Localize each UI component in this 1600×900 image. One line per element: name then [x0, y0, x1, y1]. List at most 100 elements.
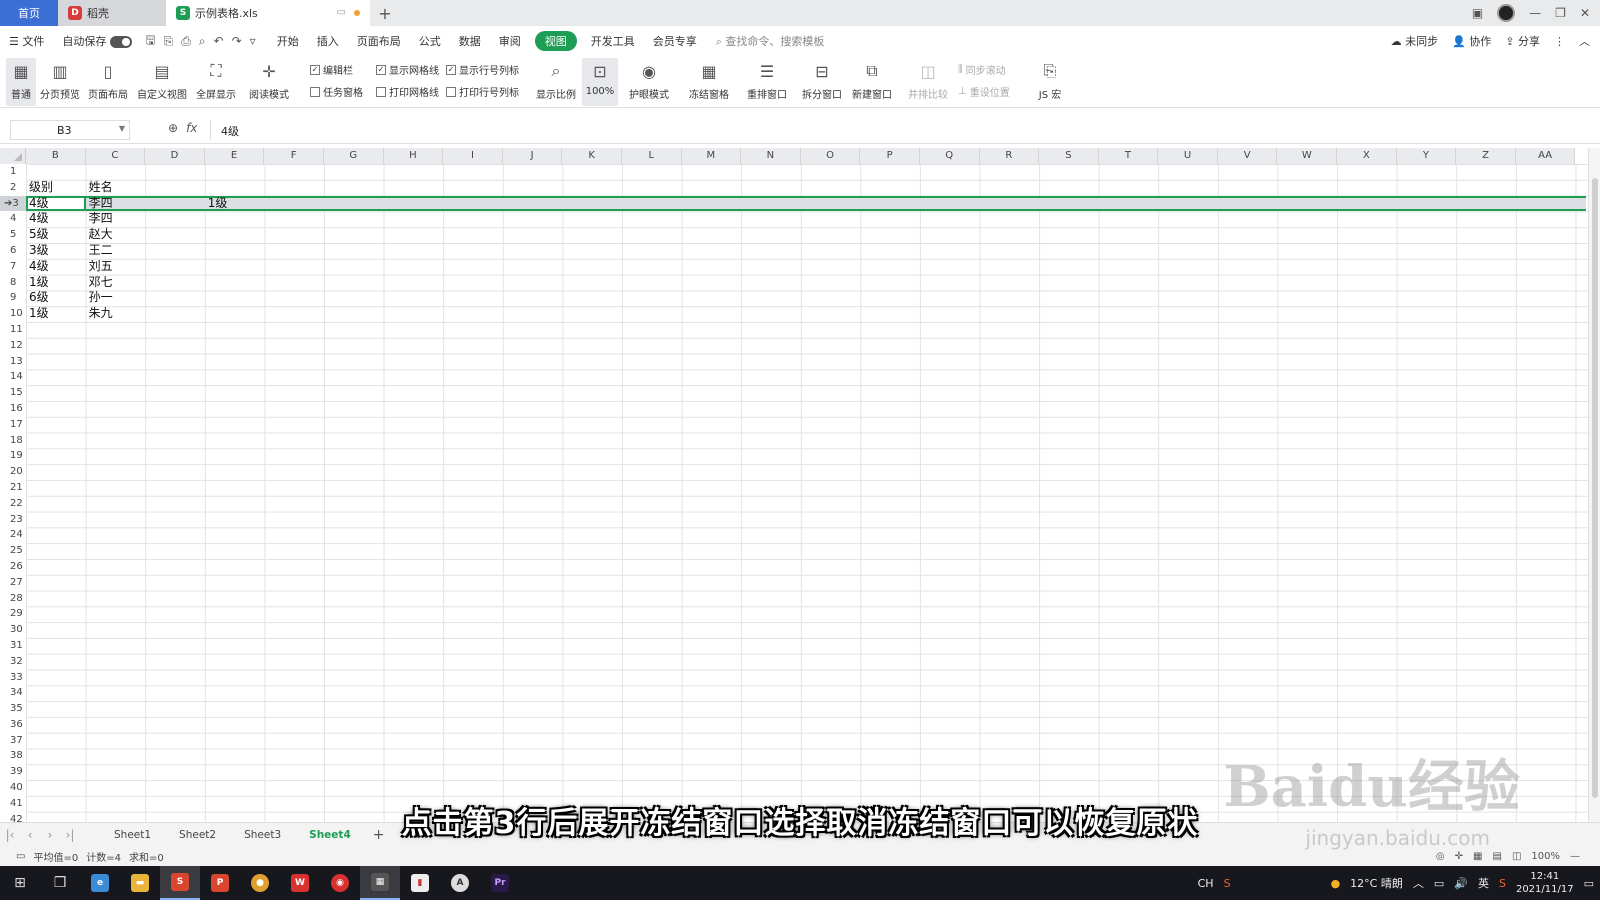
video-editor-icon[interactable]: ▦ — [360, 866, 400, 900]
cell-B9[interactable]: 6级 — [29, 290, 49, 306]
row-header-30[interactable]: 30 — [0, 622, 26, 638]
menu-data[interactable]: 数据 — [450, 33, 490, 49]
column-header-P[interactable]: P — [860, 148, 920, 164]
checkbox-show-gridlines[interactable]: ✓ 显示网格线 — [376, 62, 439, 77]
row-header-3[interactable]: ➔3 — [0, 195, 26, 212]
share-button[interactable]: ⇪ 分享 — [1505, 33, 1540, 49]
command-search[interactable]: ⌕ 查找命令、搜索模板 — [716, 33, 825, 49]
column-header-Y[interactable]: Y — [1397, 148, 1457, 164]
row-header-32[interactable]: 32 — [0, 653, 26, 670]
checkbox-formula-bar[interactable]: ✓ 编辑栏 — [310, 62, 353, 77]
column-header-N[interactable]: N — [741, 148, 801, 164]
save-icon[interactable]: 🖫 — [141, 31, 159, 52]
print-preview-icon[interactable]: ⌕ — [195, 34, 210, 49]
row-header-39[interactable]: 39 — [0, 764, 26, 781]
network-icon[interactable]: ▭ — [1434, 877, 1444, 890]
volume-icon[interactable]: 🔊 — [1454, 877, 1468, 890]
netease-music-icon[interactable]: ◉ — [320, 866, 360, 900]
tab-file[interactable]: S 示例表格.xls ▭ — [166, 0, 370, 26]
sogou-tray-icon[interactable]: S — [1499, 877, 1506, 890]
row-header-10[interactable]: 10 — [0, 306, 26, 322]
menu-review[interactable]: 审阅 — [490, 33, 530, 49]
sync-scroll-button[interactable]: ⫼ 同步滚动 — [958, 62, 1006, 77]
menu-page-layout[interactable]: 页面布局 — [348, 33, 410, 49]
row-header-7[interactable]: 7 — [0, 258, 26, 275]
row-header-26[interactable]: 26 — [0, 558, 26, 575]
reading-mode-button[interactable]: ✛ 阅读模式 — [244, 58, 294, 106]
row-header-40[interactable]: 40 — [0, 780, 26, 796]
menu-start[interactable]: 开始 — [268, 33, 308, 49]
zoom-level[interactable]: 100% — [1531, 851, 1560, 862]
checkbox-print-gridlines[interactable]: 打印网格线 — [376, 84, 439, 99]
cell-C9[interactable]: 孙一 — [89, 290, 113, 306]
page-view-icon[interactable]: ▤ — [1493, 851, 1502, 862]
menu-insert[interactable]: 插入 — [308, 33, 348, 49]
row-header-31[interactable]: 31 — [0, 637, 26, 654]
row-header-27[interactable]: 27 — [0, 574, 26, 591]
clock[interactable]: 12:41 2021/11/17 — [1516, 870, 1574, 896]
row-header-12[interactable]: 12 — [0, 337, 26, 354]
wps-presentation-icon[interactable]: P — [200, 866, 240, 900]
weather-text[interactable]: 12°C 晴朗 — [1350, 875, 1403, 891]
row-header-14[interactable]: 14 — [0, 369, 26, 386]
column-header-O[interactable]: O — [801, 148, 861, 164]
row-header-37[interactable]: 37 — [0, 732, 26, 749]
row-header-29[interactable]: 29 — [0, 606, 26, 623]
autosave-toggle[interactable]: 自动保存 — [53, 33, 141, 49]
column-header-B[interactable]: B — [26, 148, 86, 164]
input-lang[interactable]: CH — [1198, 877, 1214, 890]
row-header-33[interactable]: 33 — [0, 669, 26, 686]
column-header-R[interactable]: R — [980, 148, 1040, 164]
toggle-switch-icon[interactable] — [110, 36, 133, 48]
premiere-icon[interactable]: Pr — [480, 866, 520, 900]
name-box[interactable]: B3 ▼ — [10, 120, 130, 140]
menu-formula[interactable]: 公式 — [410, 33, 450, 49]
task-view-icon[interactable]: ❒ — [40, 866, 80, 900]
menu-view[interactable]: 视图 — [534, 31, 577, 51]
cell-B2[interactable]: 级别 — [29, 180, 53, 196]
undo-icon[interactable]: ↶ — [210, 34, 228, 48]
collapse-ribbon-icon[interactable]: ︿ — [1579, 33, 1590, 49]
chevron-up-icon[interactable]: ︿ — [1413, 875, 1424, 891]
scrollbar-thumb[interactable] — [1592, 178, 1598, 798]
row-header-38[interactable]: 38 — [0, 748, 26, 765]
row-header-36[interactable]: 36 — [0, 716, 26, 733]
row-header-17[interactable]: 17 — [0, 416, 26, 433]
row-header-22[interactable]: 22 — [0, 495, 26, 512]
column-header-J[interactable]: J — [503, 148, 563, 164]
cell-B4[interactable]: 4级 — [29, 211, 49, 227]
notification-icon[interactable]: ▭ — [1584, 877, 1594, 890]
checkbox-show-headers[interactable]: ✓ 显示行号列标 — [446, 62, 519, 77]
break-view-icon[interactable]: ◫ — [1512, 851, 1521, 862]
view-normal-button[interactable]: ▦ 普通 — [6, 58, 36, 106]
sync-button[interactable]: ☁ 未同步 — [1391, 33, 1439, 49]
cell-area[interactable]: 级别 姓名 4级 李四 1级 4级 李四 5级 赵大 3级 王二 4级 刘五 1级 邓七 6级 孙一 1级 朱九 — [26, 164, 1588, 822]
restore-icon[interactable]: ❐ — [1555, 6, 1566, 20]
avatar[interactable] — [1497, 4, 1516, 22]
column-header-H[interactable]: H — [384, 148, 444, 164]
file-explorer-icon[interactable]: ▬ — [120, 866, 160, 900]
zoom-button[interactable]: ⌕ 显示比例 — [534, 58, 578, 106]
cell-C10[interactable]: 朱九 — [89, 306, 113, 322]
row-header-23[interactable]: 23 — [0, 511, 26, 528]
app-a-icon[interactable]: A — [440, 866, 480, 900]
cell-B10[interactable]: 1级 — [29, 306, 49, 322]
new-window-button[interactable]: ⧉ 新建窗口 — [850, 58, 894, 106]
windows-start-icon[interactable]: ⊞ — [0, 866, 40, 900]
close-icon[interactable]: ✕ — [1580, 6, 1590, 20]
checkbox-task-pane[interactable]: 任务窗格 — [310, 84, 363, 99]
column-header-E[interactable]: E — [205, 148, 265, 164]
export-icon[interactable]: ⎘ — [160, 34, 178, 49]
eye-icon[interactable]: ◎ — [1436, 851, 1445, 862]
cell-B7[interactable]: 4级 — [29, 259, 49, 275]
column-header-D[interactable]: D — [145, 148, 205, 164]
monitor-icon[interactable]: ▭ — [337, 7, 346, 18]
row-header-24[interactable]: 24 — [0, 527, 26, 544]
row-header-21[interactable]: 21 — [0, 479, 26, 496]
side-by-side-button[interactable]: ◫ 并排比较 — [906, 58, 950, 106]
row-header-18[interactable]: 18 — [0, 432, 26, 449]
customize-icon[interactable]: ▿ — [246, 34, 260, 48]
checkbox-print-headers[interactable]: 打印行号列标 — [446, 84, 519, 99]
row-header-25[interactable]: 25 — [0, 543, 26, 559]
column-header-W[interactable]: W — [1277, 148, 1338, 164]
